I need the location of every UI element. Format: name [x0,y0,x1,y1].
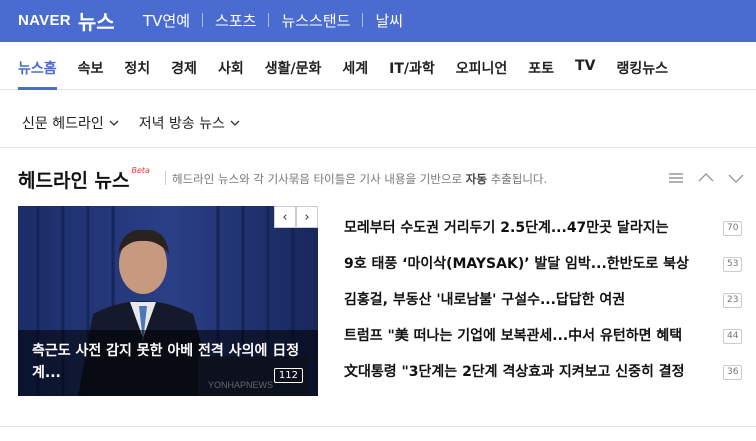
section-tab-life-culture[interactable]: 생활/문화 [265,58,322,90]
headline-title: 헤드라인 뉴스 Beta [18,166,150,193]
top-nav-sports[interactable]: 스포츠 [215,10,256,31]
headline-description: 헤드라인 뉴스와 각 기사묶음 타이틀은 기사 내용을 기반으로 자동 추출됩니… [172,171,547,187]
list-item[interactable]: 모레부터 수도권 거리두기 2.5단계...47만곳 달라지는 70 [344,216,756,252]
headline-list: 모레부터 수도권 거리두기 2.5단계...47만곳 달라지는 70 9호 태풍… [344,216,756,396]
headline-photo-card[interactable]: ‹ › 측근도 사전 감지 못한 아베 전격 사의에 日정계... 112 YO… [18,206,318,396]
newspaper-headline-dropdown[interactable]: 신문 헤드라인 [22,113,119,133]
top-nav-tv-entertainment[interactable]: TV연예 [143,10,190,31]
related-count-badge: 112 [273,368,303,383]
chevron-up-icon[interactable] [696,170,716,186]
list-item[interactable]: 트럼프 "美 떠나는 기업에 보복관세...中서 유턴하면 혜택 44 [344,324,756,360]
section-tab-society[interactable]: 사회 [218,58,244,90]
chevron-down-icon [230,120,240,126]
section-nav: 뉴스홈 속보 정치 경제 사회 생활/문화 세계 IT/과학 오피니언 포토 T… [0,42,756,90]
bottom-divider [0,426,756,427]
headline-tools [656,170,746,186]
top-nav-newsstand[interactable]: 뉴스스탠드 [281,10,350,31]
news-service-name: 뉴스 [77,9,115,34]
article-title[interactable]: 모레부터 수도권 거리두기 2.5단계...47만곳 달라지는 [344,216,704,240]
naver-brand: NAVER [18,11,71,29]
menu-icon[interactable] [666,170,686,186]
dropdown-label: 신문 헤드라인 [22,116,104,132]
article-count-badge[interactable]: 36 [723,365,743,380]
desc-text: 헤드라인 뉴스와 각 기사묶음 타이틀은 기사 내용을 기반으로 [172,172,466,186]
section-tab-photo[interactable]: 포토 [528,58,554,90]
next-arrow-icon[interactable]: › [296,206,318,228]
top-nav-divider [202,13,204,27]
list-item[interactable]: 김홍걸, 부동산 '내로남불' 구설수...답답한 여권 23 [344,288,756,324]
article-title[interactable]: 文대통령 "3단계는 2단계 격상효과 지켜보고 신중히 결정 [344,360,704,384]
section-tab-ranking[interactable]: 랭킹뉴스 [616,58,668,90]
section-tab-tv[interactable]: TV [575,58,595,90]
desc-text-end: 추출됩니다. [486,172,548,186]
section-tab-politics[interactable]: 정치 [124,58,150,90]
top-bar: NAVER 뉴스 TV연예 스포츠 뉴스스탠드 날씨 [0,0,756,42]
top-nav-weather[interactable]: 날씨 [375,10,403,31]
naver-news-logo[interactable]: NAVER 뉴스 [18,8,115,34]
section-tab-breaking[interactable]: 속보 [78,58,104,90]
top-nav: TV연예 스포츠 뉴스스탠드 날씨 [143,7,403,33]
list-item[interactable]: 9호 태풍 ‘마이삭(MAYSAK)’ 발달 임박...한반도로 북상 53 [344,252,756,288]
article-title[interactable]: 김홍걸, 부동산 '내로남불' 구설수...답답한 여권 [344,288,704,312]
chevron-down-icon [109,120,119,126]
section-divider [0,147,756,148]
top-nav-divider [268,13,270,27]
list-item[interactable]: 文대통령 "3단계는 2단계 격상효과 지켜보고 신중히 결정 36 [344,360,756,396]
article-title[interactable]: 트럼프 "美 떠나는 기업에 보복관세...中서 유턴하면 혜택 [344,324,704,348]
article-count-badge[interactable]: 23 [723,293,743,308]
section-tab-economy[interactable]: 경제 [171,58,197,90]
dropdown-label: 저녁 방송 뉴스 [138,116,225,132]
section-tab-opinion[interactable]: 오피니언 [456,58,508,90]
filter-bar: 신문 헤드라인 저녁 방송 뉴스 [22,113,260,133]
section-tab-news-home[interactable]: 뉴스홈 [18,58,57,90]
chevron-down-icon[interactable] [726,170,746,186]
article-count-badge[interactable]: 44 [723,329,743,344]
article-title[interactable]: 9호 태풍 ‘마이삭(MAYSAK)’ 발달 임박...한반도로 북상 [344,252,704,276]
watermark: YONHAPNEWS [208,380,274,390]
prev-arrow-icon[interactable]: ‹ [274,206,296,228]
article-count-badge[interactable]: 70 [723,221,743,236]
desc-bold: 자동 [465,172,487,186]
section-tab-it-science[interactable]: IT/과학 [389,58,435,90]
headline-title-text: 헤드라인 뉴스 [18,170,130,192]
top-nav-divider [362,13,364,27]
photo-arrows: ‹ › [274,206,318,228]
section-tab-world[interactable]: 세계 [342,58,368,90]
headline-divider [165,171,166,185]
beta-badge: Beta [131,166,150,175]
evening-broadcast-dropdown[interactable]: 저녁 방송 뉴스 [139,113,240,133]
article-count-badge[interactable]: 53 [723,257,743,272]
